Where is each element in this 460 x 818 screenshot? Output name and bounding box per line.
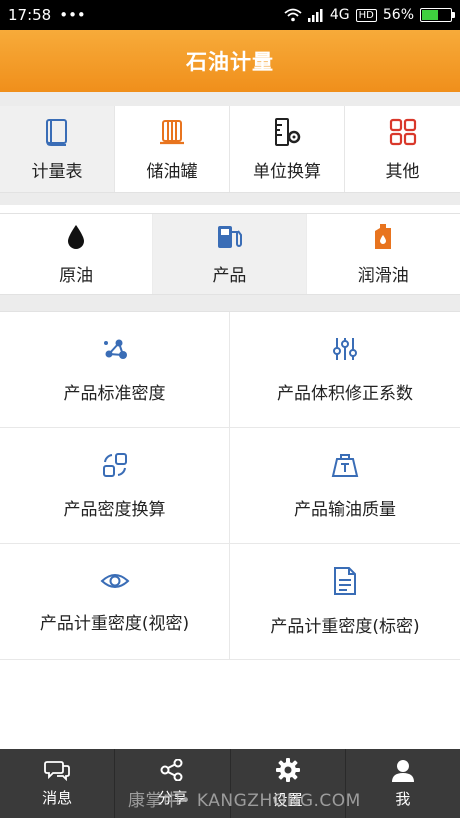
section-divider — [0, 193, 460, 205]
user-icon — [391, 758, 415, 782]
status-time: 17:58 — [8, 6, 52, 24]
function-product-density-conversion[interactable]: 产品密度换算 — [0, 428, 230, 544]
tab-storage-tank[interactable]: 储油罐 — [115, 106, 230, 192]
category-tabs: 计量表 储油罐 单位换算 其他 — [0, 106, 460, 193]
tab-crude-oil[interactable]: 原油 — [0, 214, 154, 294]
tab-meter-table[interactable]: 计量表 — [0, 106, 115, 192]
gear-icon — [275, 757, 301, 783]
subcategory-tabs: 原油 产品 润滑油 — [0, 213, 460, 295]
spacer — [0, 205, 460, 213]
status-dots: ••• — [59, 6, 86, 24]
oil-can-icon — [371, 223, 395, 251]
tab-label: 其他 — [385, 161, 420, 182]
oil-drop-icon — [65, 223, 87, 251]
wifi-icon — [284, 8, 302, 22]
bottom-nav: 消息 分享 设置 我 — [0, 749, 460, 818]
tab-product[interactable]: 产品 — [153, 214, 307, 294]
function-product-volume-correction[interactable]: 产品体积修正系数 — [230, 312, 460, 428]
app-header: 石油计量 — [0, 30, 460, 92]
battery-fill — [422, 10, 438, 20]
fuel-pump-icon — [215, 223, 243, 251]
nav-label: 分享 — [157, 789, 188, 807]
book-icon — [43, 117, 71, 147]
tab-other[interactable]: 其他 — [345, 106, 460, 192]
sliders-icon — [331, 335, 359, 363]
share-icon — [160, 759, 184, 781]
nav-label: 设置 — [272, 791, 303, 809]
section-divider — [0, 295, 460, 311]
eye-icon — [100, 569, 130, 593]
tab-label: 产品 — [212, 265, 247, 286]
function-label: 产品计重密度(标密) — [270, 617, 420, 637]
tab-label: 润滑油 — [357, 265, 409, 286]
function-label: 产品计重密度(视密) — [39, 614, 190, 634]
tab-label: 储油罐 — [146, 161, 198, 182]
battery-icon — [420, 8, 455, 22]
section-divider — [0, 92, 460, 106]
tank-icon — [157, 117, 187, 147]
document-icon — [332, 566, 358, 596]
nav-settings[interactable]: 设置 — [231, 749, 346, 818]
function-product-standard-density[interactable]: 产品标准密度 — [0, 312, 230, 428]
status-left: 17:58 ••• — [8, 6, 86, 24]
nav-share[interactable]: 分享 — [115, 749, 231, 818]
nav-label: 消息 — [42, 789, 73, 807]
nav-me[interactable]: 我 — [346, 749, 460, 818]
function-label: 产品体积修正系数 — [277, 384, 413, 404]
function-product-weight-density-standard[interactable]: 产品计重密度(标密) — [230, 544, 460, 660]
hd-badge: HD — [355, 8, 377, 22]
function-product-weight-density-apparent[interactable]: 产品计重密度(视密) — [0, 544, 230, 660]
status-bar: 17:58 ••• 4G HD 56% — [0, 0, 460, 30]
tab-unit-conversion[interactable]: 单位换算 — [230, 106, 345, 192]
tab-label: 原油 — [59, 265, 94, 286]
function-label: 产品输油质量 — [294, 500, 396, 520]
function-grid: 产品标准密度 产品体积修正系数 产品密度换算 产品输油质量 产品计重密度(视密)… — [0, 311, 460, 660]
tab-lubricant[interactable]: 润滑油 — [307, 214, 460, 294]
chat-icon — [44, 759, 71, 781]
convert-icon — [101, 451, 129, 479]
ruler-gear-icon — [272, 117, 302, 147]
grid-icon — [388, 117, 418, 147]
tab-label: 单位换算 — [253, 161, 321, 182]
network-type: 4G — [329, 7, 350, 23]
weight-icon — [331, 451, 359, 479]
tab-label: 计量表 — [31, 161, 83, 182]
nav-messages[interactable]: 消息 — [0, 749, 116, 818]
page-title: 石油计量 — [186, 50, 274, 74]
function-product-transport-mass[interactable]: 产品输油质量 — [230, 428, 460, 544]
battery-percent: 56% — [382, 7, 414, 23]
function-label: 产品密度换算 — [63, 500, 166, 520]
nav-label: 我 — [395, 790, 411, 808]
signal-icon — [307, 8, 324, 22]
status-right: 4G HD 56% — [284, 7, 455, 23]
function-label: 产品标准密度 — [63, 384, 166, 404]
molecule-icon — [101, 335, 129, 363]
